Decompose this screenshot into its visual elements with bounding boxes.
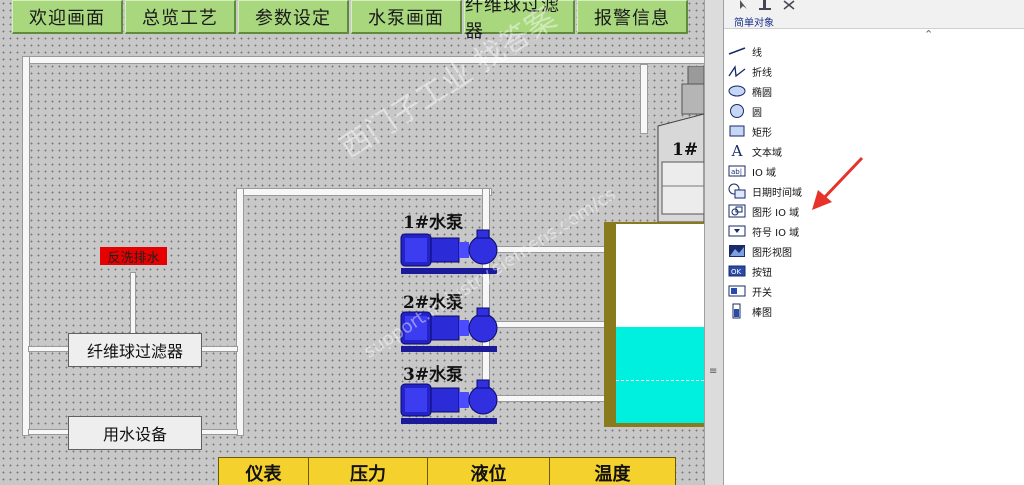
tool-graphic-io-field[interactable]: 图形 IO 域 <box>728 202 799 220</box>
connector-tool-icon[interactable] <box>782 0 796 10</box>
pump-2-icon[interactable] <box>399 306 499 354</box>
toolbox-heading[interactable]: 简单对象 <box>734 14 774 29</box>
tool-button[interactable]: OK 按钮 <box>728 262 772 280</box>
ellipse-icon <box>728 83 746 99</box>
date-time-field-icon <box>728 183 746 199</box>
pointer-tool-icon[interactable] <box>738 0 750 10</box>
graphic-view-icon <box>728 243 746 259</box>
line-icon <box>728 43 746 59</box>
pipe-top-horizontal <box>22 56 704 64</box>
table-header-pressure: 压力 <box>309 458 428 485</box>
circle-icon <box>728 103 746 119</box>
tool-text-field[interactable]: A 文本域 <box>728 142 782 160</box>
tool-label: IO 域 <box>752 167 776 179</box>
pipe-pump-header <box>482 188 490 408</box>
tool-rectangle[interactable]: 矩形 <box>728 122 772 140</box>
polyline-icon <box>728 63 746 79</box>
tool-graphic-view[interactable]: 图形视图 <box>728 242 792 260</box>
graphic-io-field-icon <box>728 203 746 219</box>
tower-label: 1# <box>672 140 699 160</box>
tool-polyline[interactable]: 折线 <box>728 62 772 80</box>
pipe-left-vertical <box>22 56 30 436</box>
tool-date-time-field[interactable]: 日期时间域 <box>728 182 802 200</box>
tool-bar-graph[interactable]: 棒图 <box>728 302 772 320</box>
pipe-filter-left <box>28 346 70 352</box>
table-header-temperature: 温度 <box>594 464 631 485</box>
hmi-screen-canvas: 欢迎画面 总览工艺 参数设定 水泵画面 纤维球过滤器 报警信息 反洗排水 纤维球… <box>0 0 704 485</box>
pipe-backwash-drop <box>130 272 136 334</box>
toolbox-panel: 简单对象 ⌃ 线 折线 椭圆 圆 矩形 A 文本域 ab| IO 域 日期时间域… <box>724 0 1024 485</box>
backwash-drain-indicator: 反洗排水 <box>100 247 167 266</box>
tool-line[interactable]: 线 <box>728 42 762 60</box>
pipe-filter-right <box>200 346 238 352</box>
tank-interior <box>616 224 704 423</box>
button-icon: OK <box>728 263 746 279</box>
nav-button-parameters[interactable]: 参数设定 <box>238 0 349 34</box>
tool-symbolic-io-field[interactable]: 符号 IO 域 <box>728 222 799 240</box>
tool-label: 日期时间域 <box>752 187 802 199</box>
align-tool-icon[interactable] <box>758 0 772 10</box>
nav-button-overview[interactable]: 总览工艺 <box>125 0 236 34</box>
pump-1-icon[interactable] <box>399 228 499 276</box>
tool-label: 圆 <box>752 107 762 119</box>
nav-button-alarms[interactable]: 报警信息 <box>577 0 688 34</box>
tool-label: 图形 IO 域 <box>752 207 800 219</box>
pipe-tower-vertical <box>640 64 648 134</box>
tool-ellipse[interactable]: 椭圆 <box>728 82 772 100</box>
tank-level-marker <box>616 380 704 381</box>
tool-label: 矩形 <box>752 127 772 139</box>
tool-label: 椭圆 <box>752 87 772 99</box>
table-header-level: 液位 <box>428 458 550 485</box>
pipe-equipment-right <box>200 429 238 435</box>
tank-water-level <box>616 327 704 423</box>
tool-switch[interactable]: 开关 <box>728 282 772 300</box>
tool-io-field[interactable]: ab| IO 域 <box>728 162 776 180</box>
symbolic-io-field-icon <box>728 223 746 239</box>
pipe-mid-vertical <box>236 188 244 436</box>
tool-circle[interactable]: 圆 <box>728 102 762 120</box>
pipe-pump1-outlet <box>495 246 605 253</box>
rectangle-icon <box>728 123 746 139</box>
instrument-table-header: 仪表 压力 液位 温度 <box>218 457 676 485</box>
pump-3-icon[interactable] <box>399 378 499 426</box>
nav-button-welcome[interactable]: 欢迎画面 <box>12 0 123 34</box>
svg-text:OK: OK <box>731 268 742 276</box>
text-field-icon: A <box>731 142 743 160</box>
tool-label: 按钮 <box>752 267 772 279</box>
tool-label: 符号 IO 域 <box>752 227 800 239</box>
fiber-ball-filter[interactable]: 纤维球过滤器 <box>68 333 202 367</box>
pipe-equipment-left <box>28 429 70 435</box>
tool-label: 开关 <box>752 287 772 299</box>
bar-graph-icon <box>728 303 746 319</box>
switch-icon <box>728 283 746 299</box>
toolbox-toolbar: 简单对象 <box>724 0 1024 29</box>
nav-button-fiber-filter[interactable]: 纤维球过滤器 <box>464 0 575 42</box>
canvas-vertical-scrollbar[interactable]: ≡ <box>704 0 724 485</box>
tool-label: 图形视图 <box>752 247 792 259</box>
tool-label: 文本域 <box>752 147 782 159</box>
water-equipment[interactable]: 用水设备 <box>68 416 202 450</box>
pipe-pump3-outlet <box>495 395 605 402</box>
scroll-grip-icon[interactable]: ≡ <box>709 367 719 382</box>
water-tank[interactable] <box>604 222 704 427</box>
io-field-icon: ab| <box>728 163 746 179</box>
annotation-arrow-icon <box>812 156 864 210</box>
nav-button-pump-screen[interactable]: 水泵画面 <box>351 0 462 34</box>
svg-text:ab|: ab| <box>731 168 742 176</box>
tool-label: 棒图 <box>752 307 772 319</box>
table-header-instrument: 仪表 <box>219 458 309 485</box>
tool-label: 线 <box>752 47 762 59</box>
tool-label: 折线 <box>752 67 772 79</box>
pipe-pump2-outlet <box>495 321 605 328</box>
screen-navigation-bar: 欢迎画面 总览工艺 参数设定 水泵画面 纤维球过滤器 报警信息 <box>12 0 690 42</box>
collapse-chevron-icon[interactable]: ⌃ <box>924 28 933 41</box>
pipe-mid-horizontal <box>236 188 492 196</box>
